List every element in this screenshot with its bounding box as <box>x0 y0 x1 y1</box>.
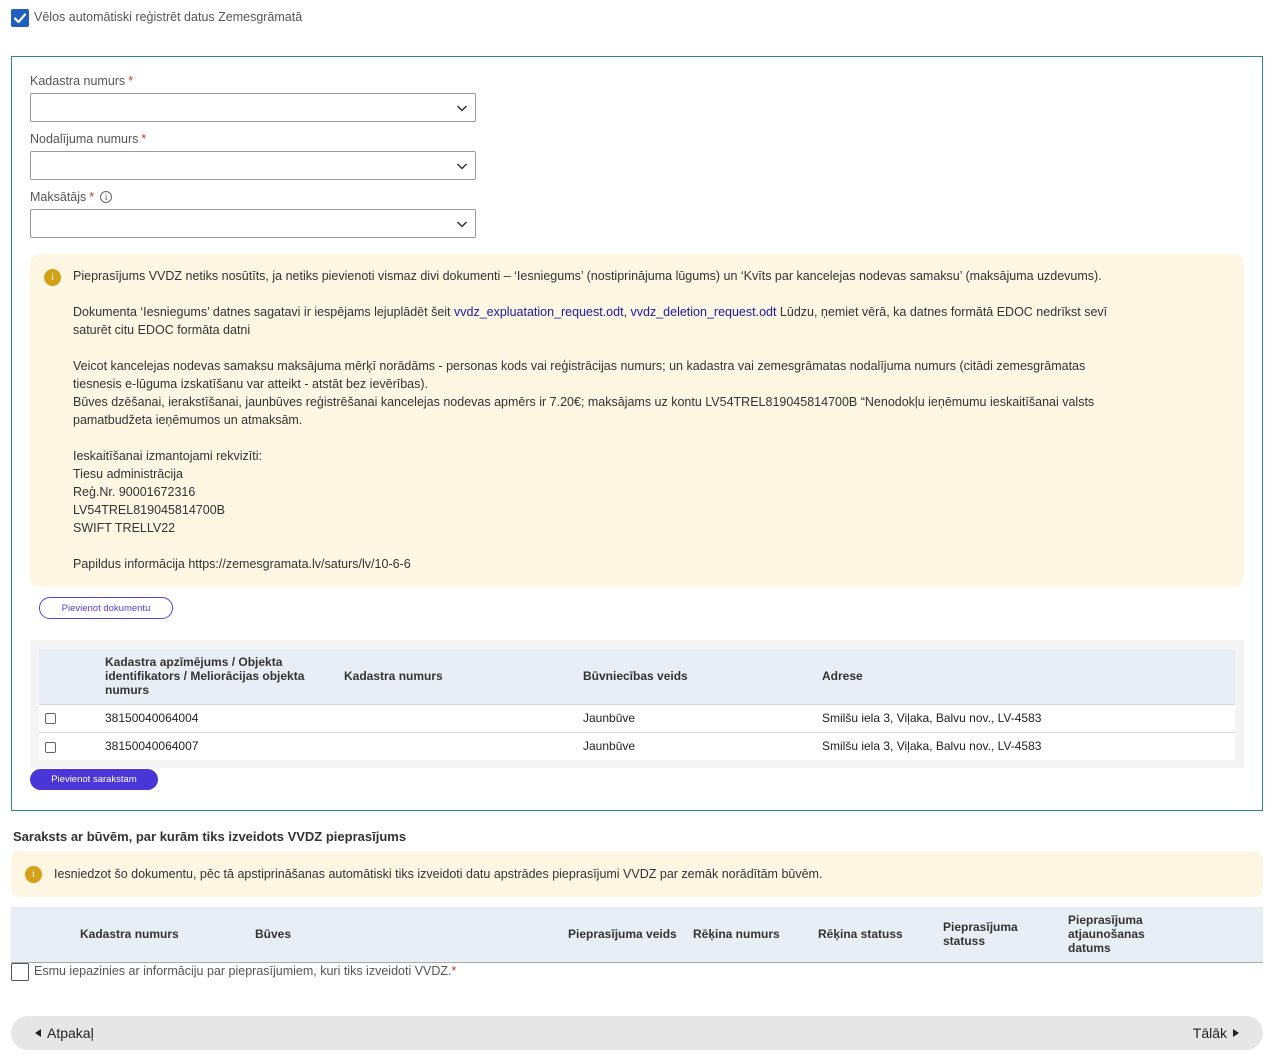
chevron-down-icon <box>456 163 468 170</box>
notice-line: Ieskaitīšanai izmantojami rekvizīti: <box>73 449 262 463</box>
list-section-title: Saraksts ar būvēm, par kurām tiks izveid… <box>13 829 407 844</box>
checkmark-icon <box>13 13 27 24</box>
notice-line: Tiesu administrācija <box>73 467 183 481</box>
table-row: 38150040064007 Jaunbūve Smilšu iela 3, V… <box>39 731 1235 760</box>
table-row: 38150040064004 Jaunbūve Smilšu iela 3, V… <box>39 703 1235 732</box>
buildings-table: Kadastra apzīmējums / Objekta identifika… <box>39 649 1235 760</box>
acknowledge-checkbox[interactable] <box>11 963 29 981</box>
division-number-select[interactable] <box>30 151 476 180</box>
deletion-request-link[interactable]: vvdz_deletion_request.odt <box>631 305 777 319</box>
required-mark: * <box>141 132 147 146</box>
caret-right-icon <box>1233 1029 1239 1037</box>
column-header: Pieprasījuma atjaunošanas datums <box>1068 913 1145 955</box>
notice-download-paragraph: Dokumenta ‘Iesniegums’ datnes sagatavi i… <box>73 305 1108 337</box>
expluatation-request-link[interactable]: vvdz_expluatation_request.odt <box>454 305 624 319</box>
list-info-notice: i Iesniedzot šo dokumentu, pēc tā apstip… <box>11 851 1263 897</box>
notice-line: SWIFT TRELLV22 <box>73 521 176 535</box>
payer-select[interactable] <box>30 209 476 238</box>
notice-line: Reģ.Nr. 90001672316 <box>73 485 196 499</box>
auto-register-label: Vēlos automātiski reģistrēt datus Zemesg… <box>34 10 303 24</box>
add-document-button[interactable]: Pievienot dokumentu <box>39 597 173 619</box>
acknowledge-label: Esmu iepazinies ar informāciju par piepr… <box>34 964 457 978</box>
back-label: Atpakaļ <box>47 1025 94 1041</box>
column-header: Pieprasījuma statuss <box>943 920 1018 948</box>
required-mark: * <box>128 74 134 88</box>
required-mark: * <box>451 964 457 978</box>
construction-type-cell: Jaunbūve <box>577 703 816 732</box>
column-header: Kadastra numurs <box>80 927 179 941</box>
column-header: Kadastra numurs <box>338 649 577 704</box>
list-notice-text: Iesniedzot šo dokumentu, pēc tā apstipri… <box>54 867 823 881</box>
construction-type-cell: Jaunbūve <box>577 731 816 760</box>
chevron-down-icon <box>456 221 468 228</box>
row-checkbox[interactable] <box>45 713 56 725</box>
designation-cell: 38150040064004 <box>99 703 338 732</box>
vvdz-info-notice: i Pieprasījums VVDZ netiks nosūtīts, ja … <box>30 254 1244 587</box>
next-label: Tālāk <box>1192 1025 1227 1041</box>
chevron-down-icon <box>456 105 468 112</box>
acknowledge-checkbox-row[interactable]: Esmu iepazinies ar informāciju par piepr… <box>11 963 456 981</box>
notice-paragraph: Būves dzēšanai, ierakstīšanai, jaunbūves… <box>73 395 1095 427</box>
auto-register-checkbox[interactable] <box>11 9 29 27</box>
notice-line: LV54TREL819045814700B <box>73 503 225 517</box>
wizard-navigation: Atpakaļ Tālāk <box>11 1016 1263 1050</box>
column-header: Rēķina statuss <box>818 927 903 941</box>
auto-register-checkbox-row[interactable]: Vēlos automātiski reģistrēt datus Zemesg… <box>11 9 302 27</box>
payer-label: Maksātājs <box>30 190 87 204</box>
cadastre-number-select[interactable] <box>30 93 476 122</box>
column-header: Būves <box>255 927 292 941</box>
back-button[interactable]: Atpakaļ <box>35 1025 94 1041</box>
notice-line: Papildus informācija https://zemesgramat… <box>73 557 411 571</box>
select-column-header <box>39 649 99 704</box>
division-number-label: Nodalījuma numurs <box>30 132 139 146</box>
info-icon[interactable]: i <box>100 191 113 203</box>
column-header: Būvniecības veids <box>577 649 816 704</box>
cadastre-number-label: Kadastra numurs <box>30 74 126 88</box>
designation-cell: 38150040064007 <box>99 731 338 760</box>
caret-left-icon <box>35 1029 41 1037</box>
next-button[interactable]: Tālāk <box>1193 1025 1239 1041</box>
payer-field: Maksātājs * i <box>30 189 476 238</box>
registration-panel: Kadastra numurs * Nodalījuma numurs * Maks… <box>11 56 1263 811</box>
notice-paragraph: Veicot kancelejas nodevas samaksu maksāj… <box>73 359 1086 391</box>
info-icon: i <box>25 866 42 883</box>
division-number-field: Nodalījuma numurs * <box>30 131 476 180</box>
column-header: Kadastra apzīmējums / Objekta identifika… <box>99 649 338 704</box>
buildings-table-container: Kadastra apzīmējums / Objekta identifika… <box>30 640 1244 768</box>
requests-table-header: Kadastra numurs Būves Pieprasījuma veids… <box>11 907 1263 963</box>
info-icon: i <box>44 269 61 286</box>
row-checkbox[interactable] <box>45 741 56 753</box>
cadastre-number-cell <box>338 731 577 760</box>
column-header: Adrese <box>816 649 1235 704</box>
column-header: Pieprasījuma veids <box>568 927 677 941</box>
add-to-list-button[interactable]: Pievienot sarakstam <box>30 769 158 790</box>
cadastre-number-field: Kadastra numurs * <box>30 73 476 122</box>
column-header: Rēķina numurs <box>693 927 780 941</box>
address-cell: Smilšu iela 3, Viļaka, Balvu nov., LV-45… <box>816 703 1235 732</box>
notice-paragraph: Pieprasījums VVDZ netiks nosūtīts, ja ne… <box>73 269 1102 283</box>
address-cell: Smilšu iela 3, Viļaka, Balvu nov., LV-45… <box>816 731 1235 760</box>
required-mark: * <box>89 190 95 204</box>
cadastre-number-cell <box>338 703 577 732</box>
